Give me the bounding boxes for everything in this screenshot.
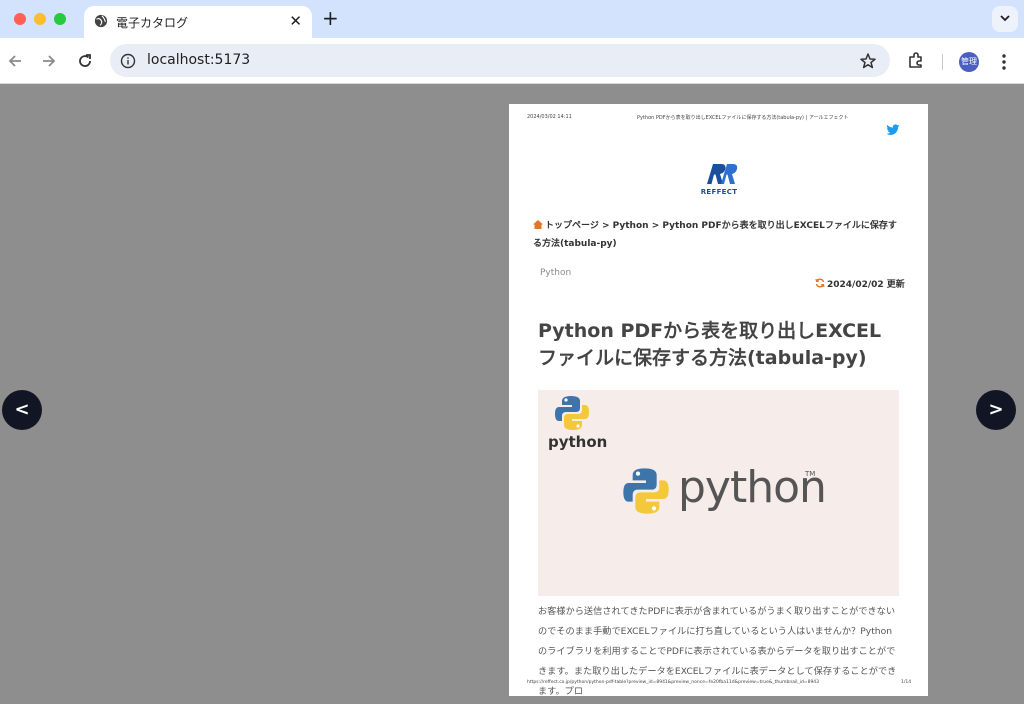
python-logo-large-icon (623, 468, 669, 514)
reload-icon[interactable] (76, 52, 94, 70)
python-logo-icon (555, 396, 589, 430)
maximize-window-button[interactable] (54, 13, 66, 25)
tab-title: 電子カタログ (116, 16, 189, 30)
reffect-logo: REFFECT (699, 160, 739, 198)
article-title: Python PDFから表を取り出しEXCELファイルに保存する方法(tabul… (538, 320, 882, 369)
profile-avatar[interactable]: 管理 (959, 52, 979, 72)
twitter-icon (886, 124, 900, 135)
print-footer-page-number: 1/14 (901, 680, 912, 685)
python-small-wordmark: python (548, 433, 608, 451)
previous-page-button[interactable]: < (2, 390, 42, 430)
next-page-button[interactable]: > (976, 390, 1016, 430)
close-tab-icon[interactable]: ✕ (289, 12, 302, 30)
minimize-window-button[interactable] (34, 13, 46, 25)
browser-tab[interactable]: 電子カタログ ✕ (84, 6, 312, 38)
logo-text: REFFECT (700, 188, 738, 196)
browser-toolbar: localhost:5173 管理 (0, 38, 1024, 84)
close-window-button[interactable] (14, 13, 26, 25)
python-large-wordmark: python (678, 462, 827, 513)
refresh-icon (815, 278, 825, 288)
category-label: Python (540, 268, 572, 278)
tab-search-button[interactable] (992, 6, 1018, 32)
more-menu-icon[interactable] (996, 52, 1012, 72)
toolbar-divider (942, 54, 943, 70)
home-icon (533, 220, 543, 229)
print-header-date: 2024/03/02 14:11 (527, 114, 572, 120)
extensions-icon[interactable] (907, 51, 925, 69)
back-icon[interactable] (6, 52, 24, 70)
hero-image: python python TM (538, 390, 899, 596)
updated-date-text: 2024/02/02 更新 (827, 280, 905, 290)
trademark-label: TM (805, 470, 816, 478)
print-header-title: Python PDFから表を取り出しEXCELファイルに保存する方法(tabul… (637, 115, 849, 121)
bookmark-star-icon[interactable] (859, 52, 877, 70)
catalog-page: 2024/03/02 14:11 Python PDFから表を取り出しEXCEL… (509, 104, 928, 696)
tab-bar: 電子カタログ ✕ + (0, 0, 1024, 38)
breadcrumb-text[interactable]: トップページ > Python > Python PDFから表を取り出しEXCE… (533, 221, 897, 249)
url-text[interactable]: localhost:5173 (147, 52, 250, 68)
forward-icon[interactable] (40, 52, 58, 70)
reffect-logo-mark (707, 164, 738, 184)
print-footer-url: https://reffect.co.jp/python/python-pdf-… (527, 680, 820, 685)
new-tab-button[interactable]: + (322, 7, 339, 29)
globe-icon (94, 14, 108, 28)
address-bar[interactable]: localhost:5173 (110, 44, 890, 77)
chevron-down-icon (1000, 15, 1010, 22)
breadcrumb: トップページ > Python > Python PDFから表を取り出しEXCE… (533, 217, 905, 253)
site-info-icon[interactable] (120, 53, 136, 69)
updated-date: 2024/02/02 更新 (815, 277, 905, 290)
